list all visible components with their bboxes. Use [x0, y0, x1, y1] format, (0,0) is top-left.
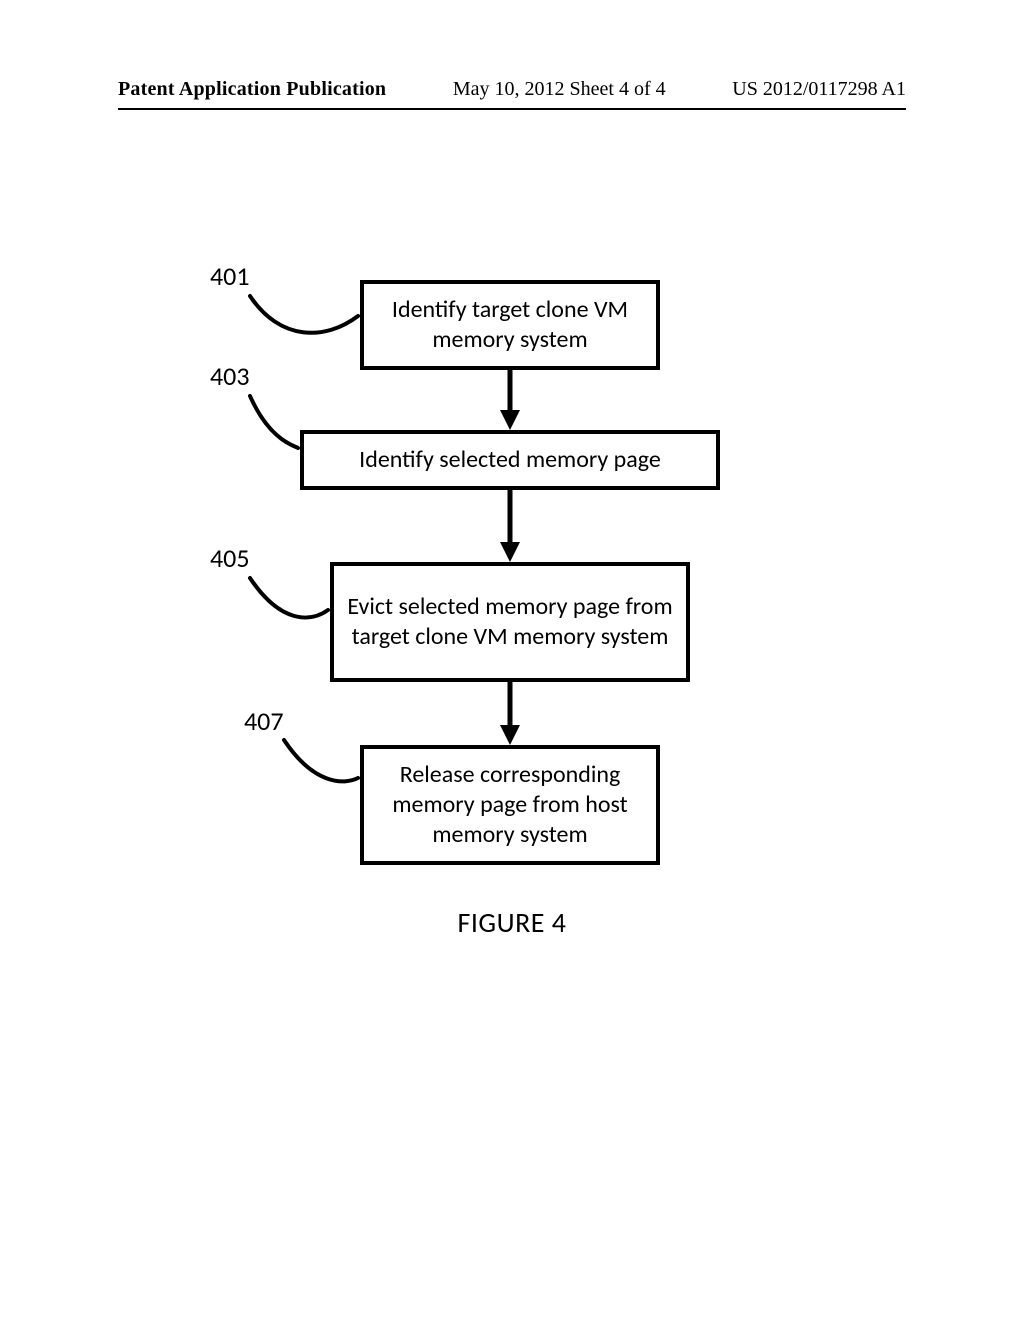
flow-step-text: Evict selected memory page from target c…	[344, 592, 676, 652]
leader-line-407	[274, 730, 394, 800]
sheet-info: May 10, 2012 Sheet 4 of 4	[453, 78, 666, 101]
flow-step-407: Release corresponding memory page from h…	[360, 745, 660, 865]
header-rule	[118, 108, 906, 110]
page-header: Patent Application Publication May 10, 2…	[0, 78, 1024, 107]
publication-number: US 2012/0117298 A1	[732, 78, 906, 101]
flow-step-401: Identify target clone VM memory system	[360, 280, 660, 370]
page: Patent Application Publication May 10, 2…	[0, 0, 1024, 1320]
arrow-3-to-4	[498, 682, 522, 747]
flow-step-text: Identify selected memory page	[359, 445, 661, 475]
flow-step-text: Release corresponding memory page from h…	[374, 760, 646, 850]
leader-line-403	[240, 386, 360, 456]
leader-line-405	[240, 568, 360, 638]
flow-step-text: Identify target clone VM memory system	[374, 295, 646, 355]
leader-line-401	[240, 286, 380, 346]
figure-caption: FIGURE 4	[0, 905, 1024, 940]
figure-4: Identify target clone VM memory system I…	[0, 280, 1024, 1040]
flowchart: Identify target clone VM memory system I…	[0, 280, 1024, 1040]
page-header-row: Patent Application Publication May 10, 2…	[0, 78, 1024, 107]
flow-step-403: Identify selected memory page	[300, 430, 720, 490]
publication-label: Patent Application Publication	[118, 78, 386, 101]
flow-step-405: Evict selected memory page from target c…	[330, 562, 690, 682]
arrow-1-to-2	[498, 370, 522, 432]
arrow-2-to-3	[498, 490, 522, 564]
